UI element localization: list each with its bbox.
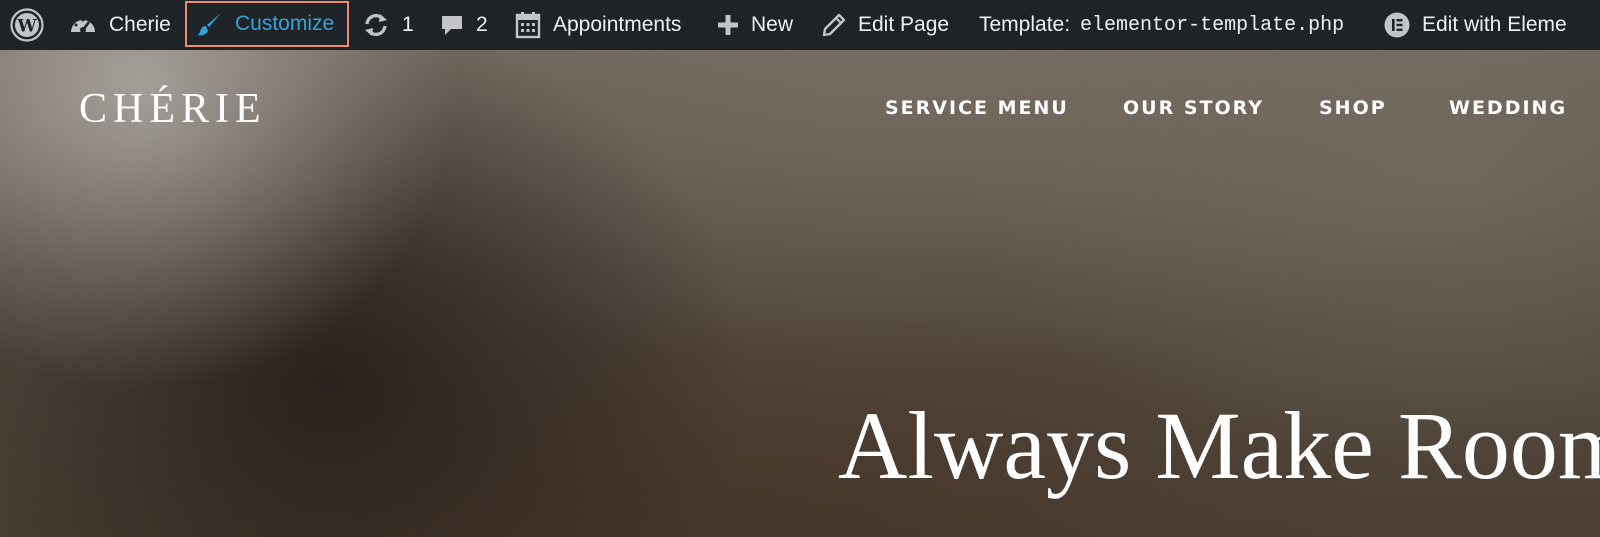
template-file: elementor-template.php — [1080, 13, 1345, 37]
plus-icon — [717, 14, 739, 36]
refresh-icon — [362, 12, 390, 38]
nav-item-shop[interactable]: SHOP — [1319, 97, 1387, 119]
new-content-button[interactable]: New — [717, 0, 793, 50]
edit-with-elementor-button[interactable]: Edit with Eleme — [1384, 0, 1567, 50]
comments-count: 2 — [476, 13, 488, 36]
site-name-label: Cherie — [109, 13, 171, 36]
site-logo[interactable]: CHÉRIE — [79, 88, 267, 130]
updates-count: 1 — [402, 13, 414, 36]
nav-item-wedding[interactable]: WEDDING — [1449, 97, 1567, 119]
nav-item-our-story[interactable]: OUR STORY — [1123, 97, 1264, 119]
edit-page-button[interactable]: Edit Page — [822, 0, 949, 50]
wordpress-icon: W — [10, 8, 44, 42]
template-label: Template: — [979, 13, 1071, 36]
edit-with-label: Edit with Eleme — [1422, 13, 1567, 36]
hero-section: CHÉRIE SERVICE MENU OUR STORY SHOP WEDDI… — [0, 50, 1600, 537]
dashboard-gauge-icon — [69, 12, 97, 38]
paintbrush-icon — [197, 11, 223, 37]
comments-button[interactable]: 2 — [440, 0, 488, 50]
appointments-button[interactable]: Appointments — [515, 0, 681, 50]
site-name-menu[interactable]: Cherie — [69, 0, 171, 50]
new-label: New — [751, 13, 794, 36]
template-info: Template: elementor-template.php — [979, 0, 1344, 50]
pencil-icon — [822, 13, 846, 37]
edit-page-label: Edit Page — [858, 13, 950, 36]
svg-text:W: W — [16, 17, 37, 37]
elementor-icon — [1384, 12, 1410, 38]
appointments-label: Appointments — [553, 13, 682, 36]
customize-label: Customize — [235, 12, 335, 35]
wordpress-logo-button[interactable]: W — [10, 0, 44, 50]
admin-bar: W Cherie Customize 1 2 Appointments New … — [0, 0, 1600, 50]
customize-button[interactable]: Customize — [185, 1, 349, 47]
nav-item-service-menu[interactable]: SERVICE MENU — [885, 97, 1069, 119]
comment-bubble-icon — [440, 13, 464, 37]
calendar-icon — [515, 11, 541, 39]
updates-button[interactable]: 1 — [362, 0, 414, 50]
hero-headline: Always Make Room — [838, 392, 1600, 499]
